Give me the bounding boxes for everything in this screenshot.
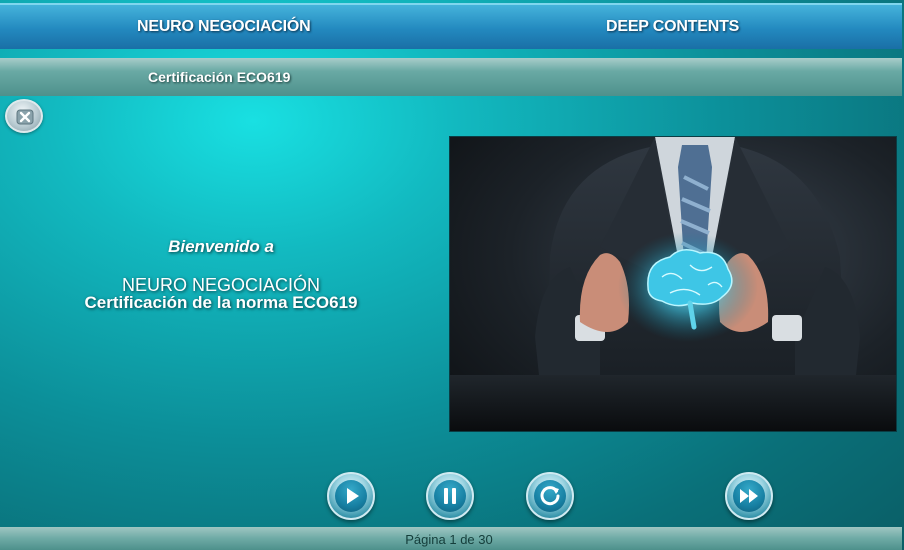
replay-button[interactable] — [526, 472, 574, 520]
welcome-greeting: Bienvenido a — [168, 237, 274, 256]
fast-forward-icon — [740, 489, 758, 503]
course-hero-image — [449, 136, 897, 432]
play-button[interactable] — [327, 472, 375, 520]
module-title: Certificación ECO619 — [148, 69, 291, 85]
pause-icon — [444, 488, 456, 504]
module-bar: Certificación ECO619 — [0, 58, 902, 96]
play-icon — [347, 488, 359, 504]
close-button[interactable] — [5, 99, 43, 133]
page-indicator: Página 1 de 30 — [405, 532, 493, 547]
welcome-certification: Certificación de la norma ECO619 — [84, 293, 358, 312]
brand-title: DEEP CONTENTS — [606, 18, 740, 35]
replay-icon — [540, 486, 560, 506]
fast-forward-button[interactable] — [725, 472, 773, 520]
course-title: NEURO NEGOCIACIÓN — [137, 18, 311, 35]
top-header-bar: NEURO NEGOCIACIÓN DEEP CONTENTS — [0, 3, 902, 49]
close-x-icon — [16, 109, 34, 125]
footer-bar: Página 1 de 30 — [0, 527, 902, 550]
pause-button[interactable] — [426, 472, 474, 520]
